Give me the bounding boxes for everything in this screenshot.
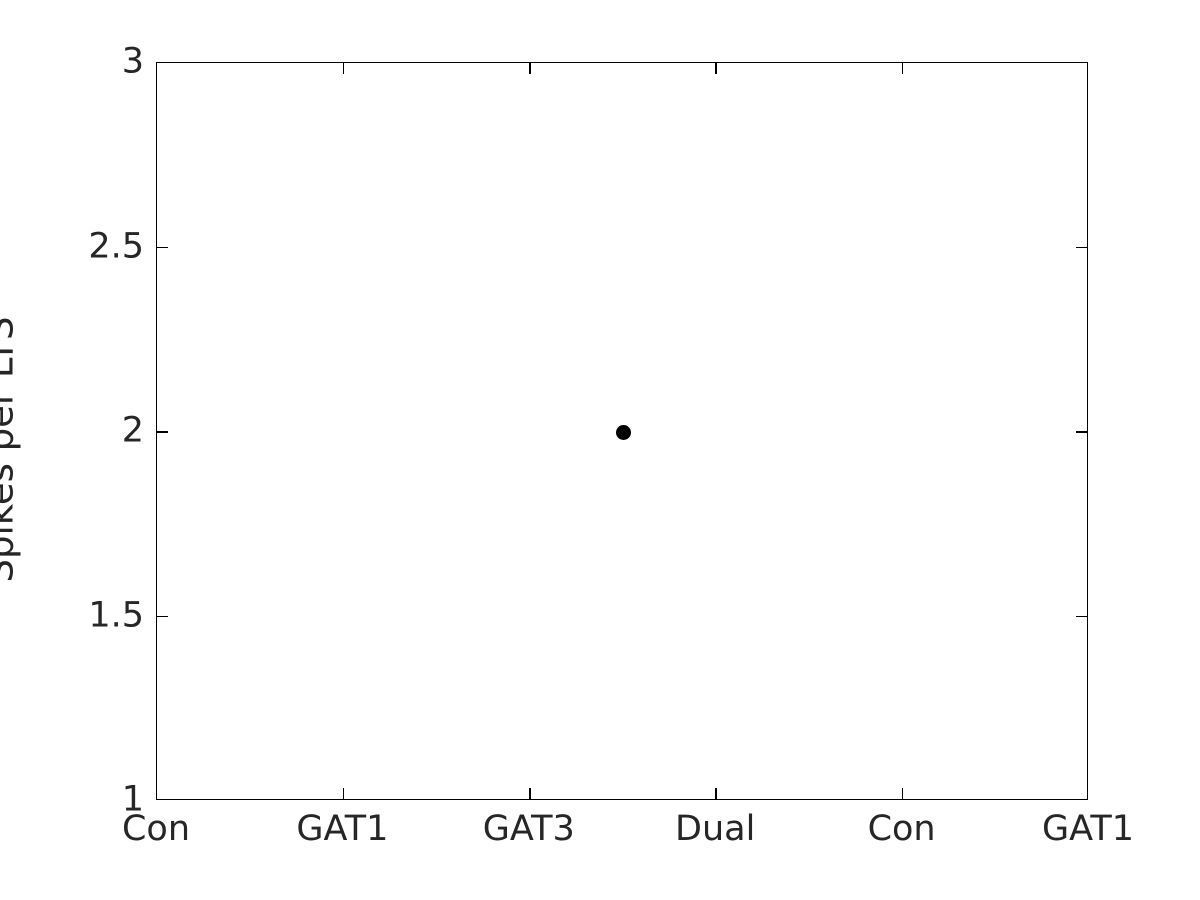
x-tick-mark bbox=[529, 63, 531, 74]
y-tick-label: 2.5 bbox=[88, 226, 144, 266]
y-tick-mark bbox=[1076, 615, 1087, 618]
data-point bbox=[615, 424, 631, 440]
y-tick-label: 1.5 bbox=[88, 595, 144, 635]
figure-canvas: Spikes per LTS 1 1.5 2 2.5 3 Con GAT1 GAT3 Dual… bbox=[0, 0, 1200, 900]
y-tick-mark bbox=[157, 615, 168, 618]
x-tick-label: GAT1 bbox=[1042, 809, 1134, 849]
y-tick-mark bbox=[1076, 431, 1087, 433]
y-tick-mark bbox=[157, 246, 168, 249]
x-tick-label: Con bbox=[121, 809, 191, 849]
y-axis-title: Spikes per LTS bbox=[0, 316, 22, 583]
y-tick-mark bbox=[1076, 246, 1087, 249]
x-tick-mark bbox=[342, 63, 345, 74]
x-tick-mark bbox=[529, 788, 531, 799]
y-tick-label: 2 bbox=[121, 410, 144, 451]
x-tick-mark bbox=[342, 788, 345, 799]
x-tick-label: GAT3 bbox=[482, 809, 575, 849]
x-tick-mark bbox=[715, 788, 717, 799]
x-tick-mark bbox=[715, 63, 717, 74]
y-tick-mark bbox=[157, 431, 168, 433]
y-tick-label: 3 bbox=[121, 41, 144, 82]
x-tick-label: Con bbox=[867, 809, 936, 849]
x-tick-label: Dual bbox=[675, 809, 756, 849]
x-tick-mark bbox=[901, 788, 904, 799]
x-tick-label: GAT1 bbox=[296, 809, 389, 849]
x-tick-mark bbox=[901, 63, 904, 74]
plot-area bbox=[156, 62, 1088, 800]
